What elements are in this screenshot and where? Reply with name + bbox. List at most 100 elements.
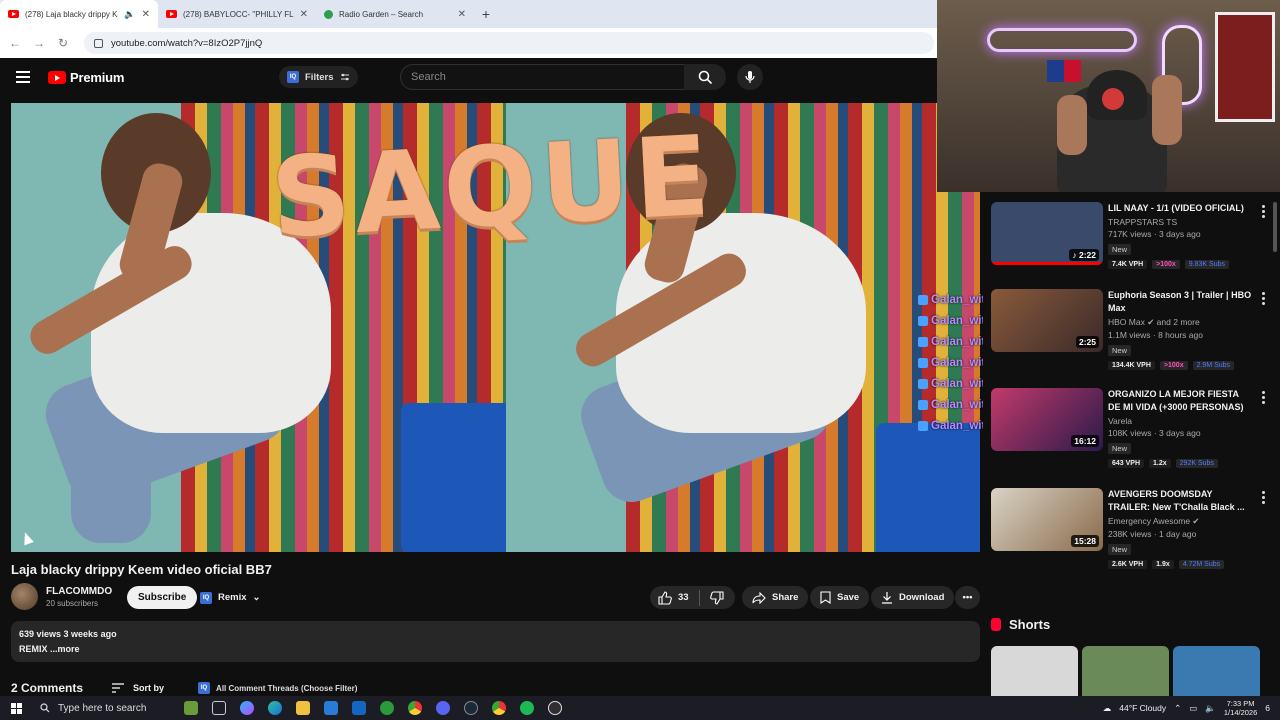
more-options-icon[interactable]: [1262, 205, 1265, 218]
thumbs-down-icon[interactable]: [709, 590, 724, 605]
store-icon[interactable]: [317, 696, 345, 720]
steam-icon[interactable]: [457, 696, 485, 720]
video-title[interactable]: LIL NAAY - 1/1 (VIDEO OFICIAL): [1108, 202, 1253, 215]
video-title[interactable]: Euphoria Season 3 | Trailer | HBO Max: [1108, 289, 1253, 315]
edge-icon[interactable]: [261, 696, 289, 720]
shorts-shelf: [991, 646, 1260, 696]
more-actions-button[interactable]: •••: [955, 586, 980, 609]
subs-stat: 292K Subs: [1175, 459, 1218, 468]
short-thumbnail[interactable]: [1082, 646, 1169, 696]
youtube-premium-logo[interactable]: Premium: [48, 70, 124, 85]
youtube-icon: [8, 10, 19, 18]
site-info-icon[interactable]: [94, 38, 103, 48]
share-button[interactable]: Share: [742, 586, 809, 609]
clock[interactable]: 7:33 PM 1/14/2026: [1224, 699, 1257, 717]
browser-tab-youtube-babylocc[interactable]: (278) BABYLOCC- "PHILLY FLOW ✕: [158, 0, 316, 28]
video-thumbnail[interactable]: 2:25: [991, 289, 1103, 352]
channel-name[interactable]: Emergency Awesome ✔: [1108, 516, 1253, 527]
download-button[interactable]: Download: [871, 586, 955, 609]
search-input[interactable]: Search: [400, 64, 685, 90]
more-options-icon[interactable]: [1262, 391, 1265, 404]
comment-count: 2 Comments: [11, 681, 84, 695]
obs-icon[interactable]: [541, 696, 569, 720]
chat-badge-icon: [918, 379, 928, 389]
start-button[interactable]: [0, 702, 32, 714]
description-text[interactable]: REMIX ...more: [19, 644, 972, 654]
address-bar[interactable]: youtube.com/watch?v=8IzO2P7jjnQ: [84, 32, 934, 54]
video-title[interactable]: ORGANIZO LA MEJOR FIESTA DE MI VIDA (+30…: [1108, 388, 1253, 414]
voice-search-button[interactable]: [737, 64, 763, 90]
chrome-profile-icon[interactable]: [485, 696, 513, 720]
volume-icon[interactable]: 🔈: [1205, 703, 1216, 714]
recommended-video[interactable]: 15:28 AVENGERS DOOMSDAY TRAILER: New T'C…: [991, 488, 1270, 578]
video-meta: 717K views · 3 days ago: [1108, 229, 1201, 239]
audio-playing-icon[interactable]: 🔈: [124, 9, 135, 20]
xbox-icon[interactable]: [373, 696, 401, 720]
filters-button[interactable]: IQ Filters: [279, 66, 358, 88]
video-thumbnail[interactable]: 16:12: [991, 388, 1103, 451]
url-text: youtube.com/watch?v=8IzO2P7jjnQ: [111, 37, 263, 49]
notifications-icon[interactable]: 6: [1265, 703, 1270, 713]
task-view-icon[interactable]: [205, 696, 233, 720]
description-box[interactable]: 639 views 3 weeks ago REMIX ...more: [11, 621, 980, 662]
more-options-icon[interactable]: [1262, 292, 1265, 305]
recommended-video[interactable]: 16:12 ORGANIZO LA MEJOR FIESTA DE MI VID…: [991, 388, 1270, 478]
remix-button[interactable]: IQ Remix ⌄: [200, 588, 260, 607]
extension-badge-icon: IQ: [198, 682, 211, 694]
save-button[interactable]: Save: [810, 586, 870, 609]
new-tab-button[interactable]: +: [474, 0, 498, 28]
subscribe-button[interactable]: Subscribe: [127, 586, 198, 609]
channel-name[interactable]: Varela: [1108, 416, 1253, 426]
browser-tab-youtube-laja[interactable]: (278) Laja blacky drippy Ke 🔈 ✕: [0, 0, 158, 28]
thumbs-up-icon[interactable]: [658, 590, 672, 605]
like-count[interactable]: 33: [678, 592, 689, 603]
video-title[interactable]: AVENGERS DOOMSDAY TRAILER: New T'Challa …: [1108, 488, 1253, 514]
logo-text: Premium: [70, 70, 125, 85]
chrome-icon[interactable]: [401, 696, 429, 720]
browser-tab-radio-garden[interactable]: Radio Garden – Search ✕: [316, 0, 474, 28]
reload-icon[interactable]: ↻: [56, 36, 70, 50]
sidebar-scrollbar[interactable]: [1271, 192, 1280, 697]
short-thumbnail[interactable]: [1173, 646, 1260, 696]
subscriber-count: 20 subscribers: [46, 598, 99, 608]
tray-chevron-icon[interactable]: ⌃: [1174, 703, 1181, 714]
shorts-section-header: Shorts: [991, 617, 1050, 632]
flag: [1047, 60, 1081, 82]
video-thumbnail[interactable]: 15:28: [991, 488, 1103, 551]
menu-icon[interactable]: [16, 71, 30, 83]
video-player[interactable]: SAQUE: [11, 103, 980, 552]
channel-name[interactable]: TRAPPSTARS TS: [1108, 217, 1253, 227]
channel-name[interactable]: HBO Max ✔ and 2 more: [1108, 317, 1253, 328]
recommended-video[interactable]: ♪ 2:22 LIL NAAY - 1/1 (VIDEO OFICIAL) TR…: [991, 202, 1270, 292]
taskbar-search[interactable]: Type here to search: [32, 696, 177, 720]
copilot-icon[interactable]: [233, 696, 261, 720]
spotify-icon[interactable]: [513, 696, 541, 720]
comments-header: 2 Comments Sort by IQ All Comment Thread…: [11, 681, 357, 695]
weather-text[interactable]: 44°F Cloudy: [1119, 703, 1166, 713]
scrollbar-thumb[interactable]: [1273, 202, 1277, 252]
sort-by-button[interactable]: Sort by: [111, 683, 164, 693]
duration-badge: 15:28: [1071, 535, 1099, 547]
forward-icon[interactable]: →: [32, 36, 46, 50]
tab-close-icon[interactable]: ✕: [142, 9, 150, 20]
weather-icon[interactable]: ☁: [1103, 703, 1112, 714]
tab-close-icon[interactable]: ✕: [458, 9, 466, 20]
new-badge: New: [1108, 244, 1132, 255]
recommended-video[interactable]: 2:25 Euphoria Season 3 | Trailer | HBO M…: [991, 289, 1270, 379]
short-thumbnail[interactable]: [991, 646, 1078, 696]
back-icon[interactable]: ←: [8, 36, 22, 50]
channel-name[interactable]: FLACOMMDO: [46, 586, 112, 597]
views-and-date: 639 views 3 weeks ago: [19, 629, 117, 639]
search-button[interactable]: [684, 64, 726, 90]
outlook-icon[interactable]: [345, 696, 373, 720]
minecraft-icon[interactable]: [177, 696, 205, 720]
comment-filter-dropdown[interactable]: IQ All Comment Threads (Choose Filter): [198, 682, 357, 694]
video-thumbnail[interactable]: ♪ 2:22: [991, 202, 1103, 265]
channel-avatar[interactable]: [11, 583, 38, 610]
discord-icon[interactable]: [429, 696, 457, 720]
more-options-icon[interactable]: [1262, 491, 1265, 504]
download-icon: [882, 592, 892, 604]
file-explorer-icon[interactable]: [289, 696, 317, 720]
tab-close-icon[interactable]: ✕: [300, 9, 308, 20]
network-icon[interactable]: ▭: [1189, 703, 1197, 714]
